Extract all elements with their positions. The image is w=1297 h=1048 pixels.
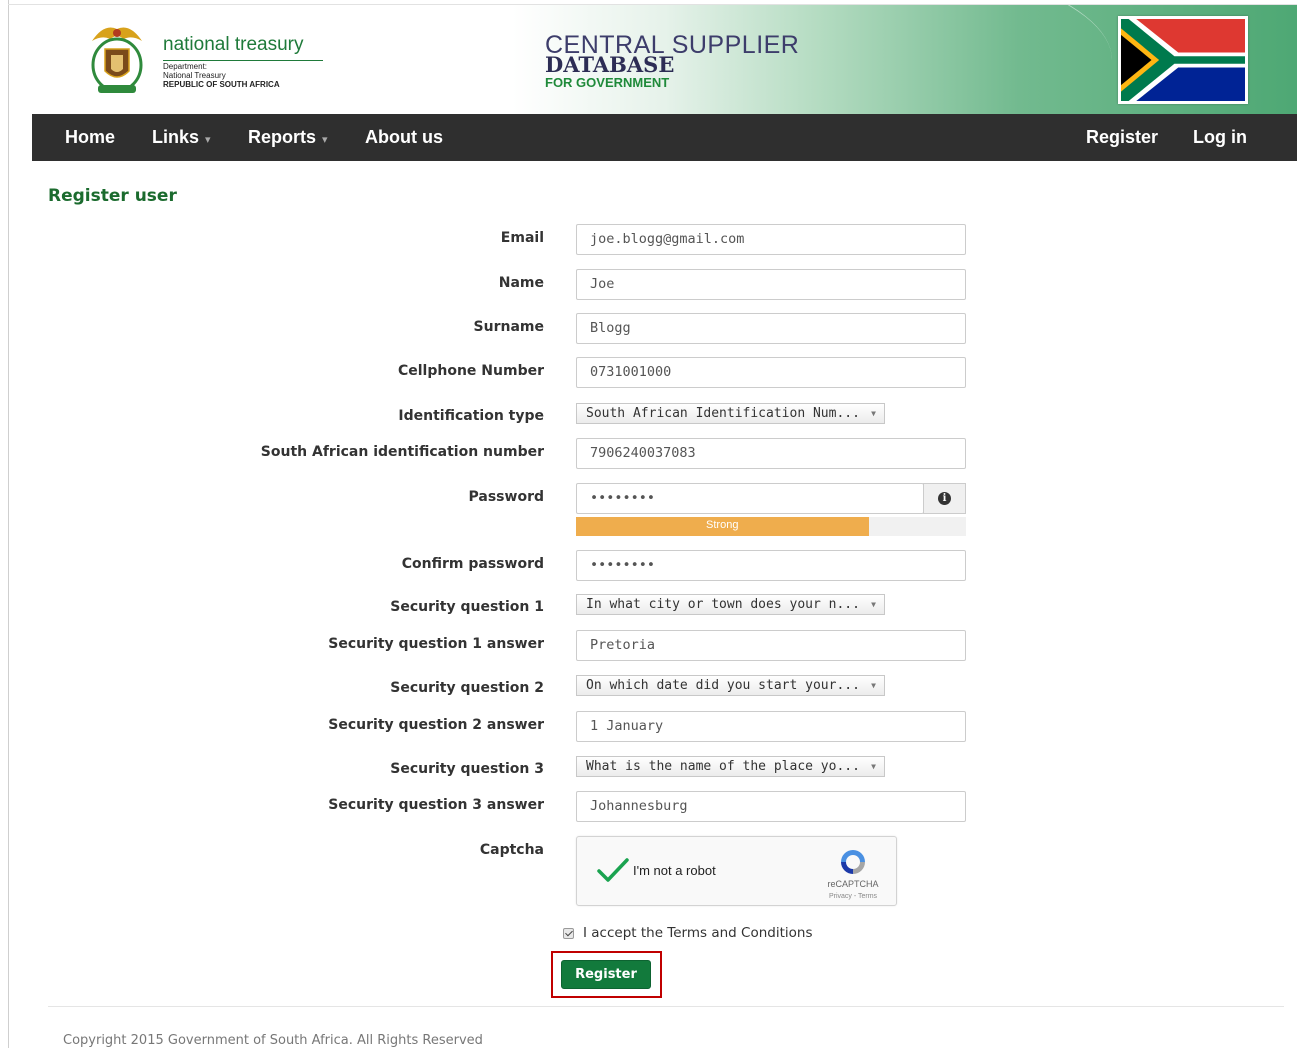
sq2-answer-label: Security question 2 answer xyxy=(328,717,544,733)
sq1-answer-field[interactable]: Pretoria xyxy=(576,630,966,661)
chevron-down-icon: ▼ xyxy=(871,409,876,418)
brand-name: national treasury xyxy=(163,34,304,55)
sq1-value: In what city or town does your n... xyxy=(586,597,860,612)
nav-links[interactable]: Links ▾ xyxy=(152,114,211,164)
footer-divider xyxy=(48,1006,1284,1007)
sq2-select[interactable]: On which date did you start your... ▼ xyxy=(576,675,885,696)
sq3-select[interactable]: What is the name of the place yo... ▼ xyxy=(576,756,885,777)
brand-sub-line-1: Department: xyxy=(163,62,208,71)
nav-about[interactable]: About us xyxy=(365,114,443,161)
recaptcha-privacy-terms-link[interactable]: Privacy - Terms xyxy=(815,893,891,900)
terms-label: I accept the Terms and Conditions xyxy=(583,925,813,941)
confirm-password-field[interactable]: •••••••• xyxy=(576,550,966,581)
sq1-select[interactable]: In what city or town does your n... ▼ xyxy=(576,594,885,615)
checkmark-icon[interactable] xyxy=(596,857,630,883)
chevron-down-icon: ▾ xyxy=(322,134,328,146)
password-strength-meter: Strong xyxy=(576,517,966,536)
password-group: •••••••• i xyxy=(576,483,966,514)
captcha-label: Captcha xyxy=(479,842,544,858)
name-field[interactable]: Joe xyxy=(576,269,966,300)
sq2-answer-field[interactable]: 1 January xyxy=(576,711,966,742)
captcha-text: I'm not a robot xyxy=(633,863,716,878)
surname-field[interactable]: Blogg xyxy=(576,313,966,344)
recaptcha-widget: I'm not a robot reCAPTCHA Privacy - Term… xyxy=(576,836,897,906)
brand-sub-line-3: REPUBLIC OF SOUTH AFRICA xyxy=(163,80,280,89)
sq3-value: What is the name of the place yo... xyxy=(586,759,860,774)
sq1-label: Security question 1 xyxy=(390,599,544,615)
sq3-answer-field[interactable]: Johannesburg xyxy=(576,791,966,822)
brand-sub-line-2: National Treasury xyxy=(163,71,226,80)
chevron-down-icon: ▼ xyxy=(871,762,876,771)
id-number-label: South African identification number xyxy=(260,444,544,460)
password-label: Password xyxy=(468,489,544,505)
cellphone-label: Cellphone Number xyxy=(397,363,544,379)
nav-home[interactable]: Home xyxy=(65,114,115,161)
email-field[interactable]: joe.blogg@gmail.com xyxy=(576,224,966,255)
recaptcha-logo-icon xyxy=(841,850,865,874)
site-header: national treasury Department: National T… xyxy=(32,5,1297,114)
name-label: Name xyxy=(498,275,544,291)
nav-reports-label: Reports xyxy=(248,127,317,147)
password-info-button[interactable]: i xyxy=(923,483,966,514)
brand-divider xyxy=(163,60,323,61)
site-title-line-2: DATABASE xyxy=(545,52,675,77)
terms-row: I accept the Terms and Conditions xyxy=(563,925,813,941)
info-icon: i xyxy=(938,492,951,505)
main-nav: Home Links ▾ Reports ▾ About us Register L… xyxy=(32,114,1297,161)
surname-label: Surname xyxy=(473,319,544,335)
password-field[interactable]: •••••••• xyxy=(576,483,924,514)
cellphone-field[interactable]: 0731001000 xyxy=(576,357,966,388)
id-type-label: Identification type xyxy=(398,408,544,424)
id-type-value: South African Identification Num... xyxy=(586,406,860,421)
terms-checkbox[interactable] xyxy=(563,927,574,939)
sq2-value: On which date did you start your... xyxy=(586,678,860,693)
id-number-field[interactable]: 7906240037083 xyxy=(576,438,966,469)
email-label: Email xyxy=(500,230,544,246)
brand-department: Department: National Treasury REPUBLIC O… xyxy=(163,62,280,89)
south-africa-flag-icon xyxy=(1118,16,1248,104)
chevron-down-icon: ▼ xyxy=(871,600,876,609)
password-strength-fill: Strong xyxy=(576,517,869,536)
chevron-down-icon: ▼ xyxy=(871,681,876,690)
nav-login[interactable]: Log in xyxy=(1193,114,1247,161)
id-type-select[interactable]: South African Identification Num... ▼ xyxy=(576,403,885,424)
nav-register[interactable]: Register xyxy=(1086,114,1158,161)
recaptcha-brand: reCAPTCHA xyxy=(827,879,879,889)
nav-reports[interactable]: Reports ▾ xyxy=(248,114,328,164)
confirm-password-label: Confirm password xyxy=(401,556,544,572)
sq3-label: Security question 3 xyxy=(390,761,544,777)
coat-of-arms-icon xyxy=(91,27,143,93)
site-title-line-3: FOR GOVERNMENT xyxy=(545,75,670,90)
register-submit-button[interactable]: Register xyxy=(561,960,651,989)
sq1-answer-label: Security question 1 answer xyxy=(328,636,544,652)
page-frame-left-border xyxy=(8,0,9,1048)
nav-links-label: Links xyxy=(152,127,200,147)
chevron-down-icon: ▾ xyxy=(205,134,211,146)
header-swoosh-decoration xyxy=(412,5,1112,114)
page-title: Register user xyxy=(48,186,177,206)
sq3-answer-label: Security question 3 answer xyxy=(328,797,544,813)
footer-copyright: Copyright 2015 Government of South Afric… xyxy=(63,1033,483,1048)
sq2-label: Security question 2 xyxy=(390,680,544,696)
